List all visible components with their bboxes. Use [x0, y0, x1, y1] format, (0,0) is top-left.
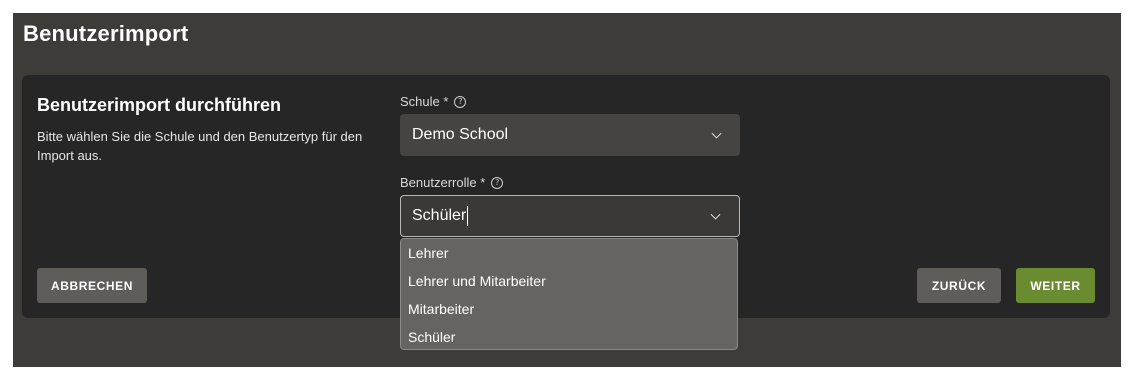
role-select-value: Schüler	[412, 207, 467, 224]
text-cursor	[467, 206, 469, 226]
school-select-value: Demo School	[412, 126, 509, 143]
dropdown-option-schueler[interactable]: Schüler	[401, 327, 737, 355]
next-button[interactable]: WEITER	[1016, 268, 1095, 303]
card-description: Bitte wählen Sie die Schule und den Benu…	[37, 129, 363, 163]
role-label-text: Benutzerrolle *	[400, 175, 486, 190]
help-icon[interactable]: ?	[491, 176, 504, 189]
role-select[interactable]: Schüler	[400, 195, 740, 237]
card-title: Benutzerimport durchführen	[37, 95, 282, 115]
help-icon[interactable]: ?	[454, 95, 467, 108]
dropdown-option-mitarbeiter[interactable]: Mitarbeiter	[401, 299, 737, 327]
dropdown-option-lehrer[interactable]: Lehrer	[401, 243, 737, 271]
school-label-text: Schule *	[400, 94, 449, 109]
dropdown-option-lehrer-und-mitarbeiter[interactable]: Lehrer und Mitarbeiter	[401, 271, 737, 299]
cancel-button[interactable]: ABBRECHEN	[37, 268, 147, 303]
chevron-down-icon	[711, 128, 722, 139]
role-label: Benutzerrolle * ?	[400, 175, 504, 190]
school-label: Schule * ?	[400, 94, 467, 109]
role-dropdown-menu: Lehrer Lehrer und Mitarbeiter Mitarbeite…	[400, 238, 738, 350]
page-title: Benutzerimport	[23, 21, 189, 46]
chevron-down-icon	[710, 209, 721, 220]
back-button[interactable]: ZURÜCK	[917, 268, 1001, 303]
school-select[interactable]: Demo School	[400, 114, 740, 156]
